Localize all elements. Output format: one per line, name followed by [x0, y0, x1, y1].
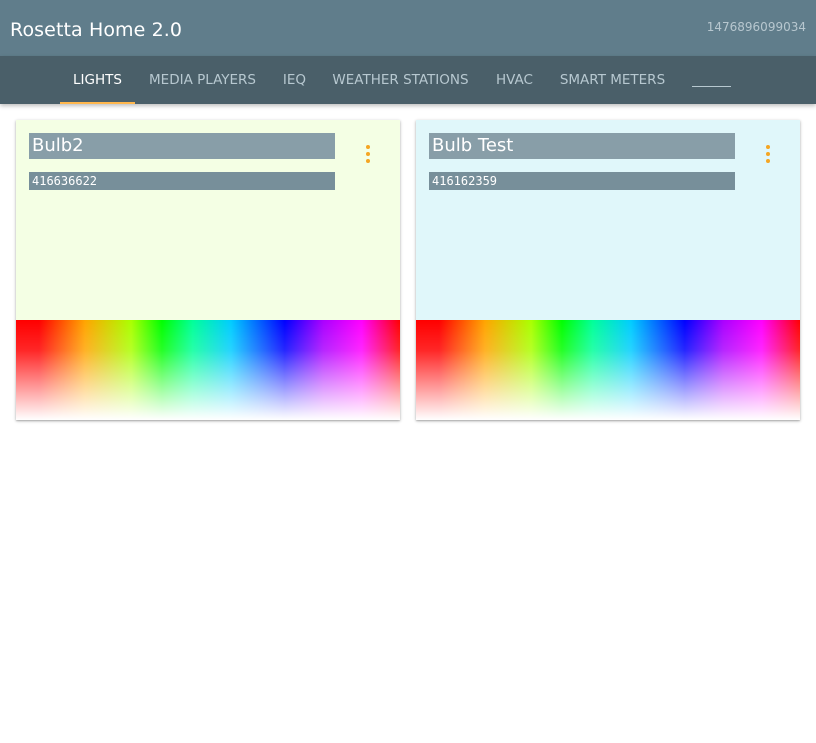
app-header: Rosetta Home 2.0 1476896099034: [0, 0, 816, 56]
tab-label: SMART METERS: [559, 72, 666, 88]
tab-hvac[interactable]: HVAC: [487, 56, 542, 104]
light-id-field[interactable]: 416162359: [429, 172, 735, 190]
tab-media-players[interactable]: MEDIA PLAYERS: [140, 56, 265, 104]
light-name-field[interactable]: Bulb Test: [429, 133, 735, 159]
tab-bar: LIGHTS MEDIA PLAYERS IEQ WEATHER STATION…: [0, 56, 816, 104]
more-vert-icon[interactable]: [756, 142, 780, 166]
tab-label: IEQ: [282, 72, 307, 88]
tab-lights[interactable]: LIGHTS: [60, 56, 135, 104]
tab-weather-stations[interactable]: WEATHER STATIONS: [322, 56, 479, 104]
light-id-field[interactable]: 416636622: [29, 172, 335, 190]
more-vert-icon[interactable]: [356, 142, 380, 166]
tab-label: WEATHER STATIONS: [332, 72, 469, 88]
tab-label: LIGHTS: [73, 72, 122, 88]
light-name-field[interactable]: Bulb2: [29, 133, 335, 159]
tab-overflow-indicator[interactable]: [692, 86, 731, 87]
tab-ieq[interactable]: IEQ: [272, 56, 317, 104]
light-card-bulb-test: Bulb Test 416162359: [416, 120, 800, 420]
color-picker[interactable]: [416, 320, 800, 420]
active-tab-indicator: [60, 102, 135, 104]
tab-label: MEDIA PLAYERS: [149, 72, 256, 88]
app-timestamp: 1476896099034: [706, 20, 806, 34]
tab-smart-meters[interactable]: SMART METERS: [550, 56, 675, 104]
tab-label: HVAC: [496, 72, 533, 88]
light-card-bulb2: Bulb2 416636622: [16, 120, 400, 420]
color-picker[interactable]: [16, 320, 400, 420]
app-title: Rosetta Home 2.0: [10, 19, 183, 41]
